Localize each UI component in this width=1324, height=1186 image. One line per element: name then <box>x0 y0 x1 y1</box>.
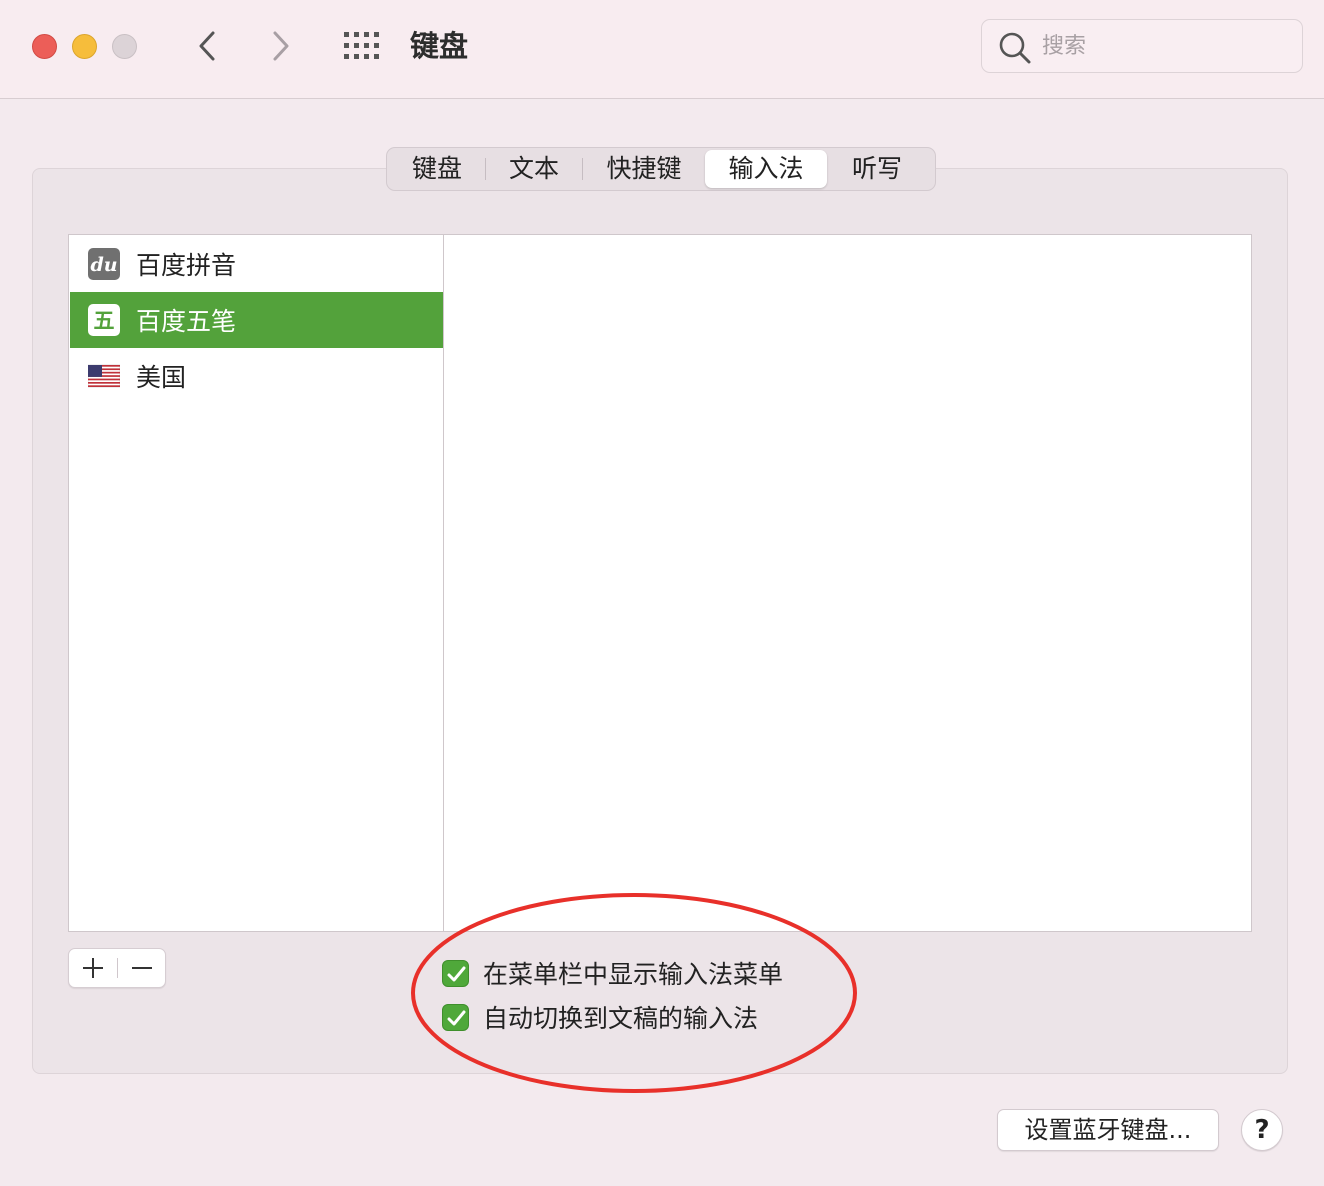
list-item[interactable]: 五 百度五笔 <box>70 292 443 348</box>
list-item-label: 百度拼音 <box>136 251 237 280</box>
checkmark-icon <box>447 966 466 981</box>
tab-text[interactable]: 文本 <box>486 150 582 188</box>
add-input-source-button[interactable] <box>69 949 117 987</box>
svg-text:五: 五 <box>94 309 115 333</box>
grid-icon <box>344 32 379 59</box>
window-title: 键盘 <box>410 29 469 63</box>
add-remove-control <box>68 948 166 988</box>
tab-bar: 键盘 文本 快捷键 输入法 听写 <box>386 147 936 191</box>
search-input[interactable] <box>1042 30 1282 62</box>
list-item-label: 百度五笔 <box>136 307 237 336</box>
list-item[interactable]: 美国 <box>70 348 443 404</box>
checkbox-label: 在菜单栏中显示输入法菜单 <box>483 960 784 989</box>
show-input-menu-option[interactable]: 在菜单栏中显示输入法菜单 <box>442 955 783 991</box>
setup-bluetooth-keyboard-button[interactable]: 设置蓝牙键盘... <box>997 1109 1219 1151</box>
show-all-button[interactable] <box>343 31 383 61</box>
back-button[interactable] <box>188 26 228 66</box>
search-icon <box>999 32 1031 64</box>
plus-icon <box>83 958 103 978</box>
baidu-wubi-icon: 五 <box>88 304 120 336</box>
remove-input-source-button[interactable] <box>118 949 166 987</box>
tab-shortcuts[interactable]: 快捷键 <box>583 150 705 188</box>
list-item[interactable]: du 百度拼音 <box>70 236 443 292</box>
baidu-pinyin-icon: du <box>88 248 120 280</box>
checkbox-label: 自动切换到文稿的输入法 <box>483 1004 759 1033</box>
us-flag-icon <box>88 364 120 388</box>
auto-switch-checkbox[interactable] <box>442 1003 469 1031</box>
minimize-window-button[interactable] <box>72 34 97 59</box>
show-input-menu-checkbox[interactable] <box>442 959 469 987</box>
close-window-button[interactable] <box>32 34 57 59</box>
input-source-detail-pane <box>443 234 1252 932</box>
tab-keyboard[interactable]: 键盘 <box>389 150 485 188</box>
zoom-window-button[interactable] <box>112 34 137 59</box>
list-item-label: 美国 <box>136 363 187 392</box>
search-field[interactable] <box>981 19 1303 73</box>
chevron-right-icon <box>273 31 289 61</box>
minus-icon <box>132 967 152 969</box>
auto-switch-option[interactable]: 自动切换到文稿的输入法 <box>442 999 758 1035</box>
title-bar: 键盘 <box>0 0 1324 99</box>
input-source-list[interactable]: du 百度拼音 五 百度五笔 美国 <box>68 234 443 932</box>
tab-input-sources[interactable]: 输入法 <box>705 150 827 188</box>
chevron-left-icon <box>199 31 215 61</box>
help-button[interactable]: ? <box>1241 1109 1283 1151</box>
svg-text:du: du <box>90 254 117 276</box>
forward-button[interactable] <box>262 26 302 66</box>
checkmark-icon <box>447 1010 466 1025</box>
tab-dictation[interactable]: 听写 <box>827 150 927 188</box>
